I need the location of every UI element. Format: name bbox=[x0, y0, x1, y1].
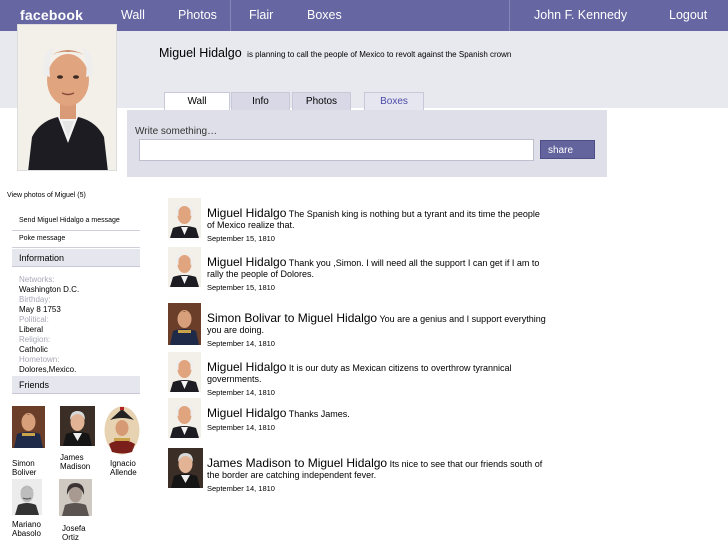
nav-boxes[interactable]: Boxes bbox=[307, 0, 342, 31]
nav-flair[interactable]: Flair bbox=[249, 0, 273, 31]
nav-photos[interactable]: Photos bbox=[178, 0, 217, 31]
post-author[interactable]: Miguel Hidalgo bbox=[207, 360, 286, 374]
info-key: Birthday: bbox=[19, 295, 51, 304]
friend-josefa-ortiz[interactable]: Josefa Ortiz bbox=[59, 479, 99, 543]
nav-wall[interactable]: Wall bbox=[121, 0, 145, 31]
share-button[interactable]: share bbox=[540, 140, 595, 159]
view-photos-link[interactable]: View photos of Miguel (5) bbox=[7, 192, 86, 199]
friend-avatar[interactable] bbox=[60, 406, 95, 446]
profile-heading: Miguel Hidalgo is planning to call the p… bbox=[159, 46, 511, 60]
tab-wall[interactable]: Wall bbox=[164, 92, 230, 110]
friend-first-name: Mariano bbox=[12, 520, 41, 529]
friend-name[interactable]: Simon Boliver bbox=[12, 459, 52, 477]
wall-post: Miguel Hidalgo It is our duty as Mexican… bbox=[168, 352, 558, 398]
friend-avatar[interactable] bbox=[59, 479, 92, 516]
post-author[interactable]: Miguel Hidalgo bbox=[207, 406, 286, 420]
friend-first-name: Simon bbox=[12, 459, 35, 468]
post-body: Miguel Hidalgo The Spanish king is nothi… bbox=[207, 206, 547, 244]
post-author[interactable]: Simon Bolivar to Miguel Hidalgo bbox=[207, 311, 377, 325]
friend-james-madison[interactable]: James Madison bbox=[60, 406, 100, 474]
info-value: May 8 1753 bbox=[19, 305, 61, 314]
post-body: Miguel Hidalgo It is our duty as Mexican… bbox=[207, 360, 547, 398]
info-key: Hometown: bbox=[19, 355, 60, 364]
wall-composer: Write something… share bbox=[127, 110, 607, 177]
post-date[interactable]: September 14, 1810 bbox=[207, 387, 547, 398]
post-body: James Madison to Miguel Hidalgo Its nice… bbox=[207, 456, 547, 494]
friend-name[interactable]: Josefa Ortiz bbox=[62, 524, 102, 542]
post-body: Simon Bolivar to Miguel Hidalgo You are … bbox=[207, 311, 547, 349]
nav-logout[interactable]: Logout bbox=[669, 0, 707, 31]
nav-divider bbox=[509, 0, 510, 31]
info-value: Liberal bbox=[19, 325, 44, 334]
friend-ignacio-allende[interactable]: Ignacio Allende bbox=[104, 406, 144, 478]
friend-first-name: Josefa bbox=[62, 524, 86, 533]
info-value: Washington D.C. bbox=[19, 285, 80, 294]
tab-info[interactable]: Info bbox=[231, 92, 290, 110]
friend-last-name: Boliver bbox=[12, 468, 37, 477]
info-key: Political: bbox=[19, 315, 49, 324]
info-key: Networks: bbox=[19, 275, 55, 284]
friend-simon-boliver[interactable]: Simon Boliver bbox=[12, 406, 52, 478]
friend-last-name: Ortiz bbox=[62, 533, 79, 542]
tab-boxes[interactable]: Boxes bbox=[364, 92, 424, 110]
information-header: Information bbox=[12, 249, 140, 267]
nav-divider bbox=[230, 0, 231, 31]
friend-avatar[interactable] bbox=[12, 406, 45, 448]
friend-last-name: Madison bbox=[60, 462, 91, 471]
post-date[interactable]: September 14, 1810 bbox=[207, 422, 547, 433]
poke-message-link[interactable]: Poke message bbox=[12, 230, 140, 248]
tab-photos[interactable]: Photos bbox=[292, 92, 351, 110]
write-something-input[interactable] bbox=[139, 139, 534, 161]
wall-post: Miguel Hidalgo The Spanish king is nothi… bbox=[168, 198, 558, 246]
profile-photo[interactable] bbox=[17, 24, 117, 171]
friend-mariano-abasolo[interactable]: Mariano Abasolo bbox=[12, 479, 52, 543]
post-text: Thanks James. bbox=[288, 409, 350, 419]
post-avatar-simon[interactable] bbox=[168, 303, 201, 345]
post-avatar-miguel[interactable] bbox=[168, 352, 201, 392]
post-avatar-james[interactable] bbox=[168, 448, 203, 488]
info-key: Religion: bbox=[19, 335, 51, 344]
post-body: Miguel Hidalgo Thanks James. September 1… bbox=[207, 406, 547, 433]
post-date[interactable]: September 14, 1810 bbox=[207, 338, 547, 349]
friends-header: Friends bbox=[12, 376, 140, 394]
wall-post: James Madison to Miguel Hidalgo Its nice… bbox=[168, 448, 558, 494]
post-date[interactable]: September 15, 1810 bbox=[207, 233, 547, 244]
post-date[interactable]: September 15, 1810 bbox=[207, 282, 547, 293]
friend-name[interactable]: Ignacio Allende bbox=[110, 459, 150, 477]
wall-post: Simon Bolivar to Miguel Hidalgo You are … bbox=[168, 303, 558, 351]
post-author[interactable]: Miguel Hidalgo bbox=[207, 206, 286, 220]
info-value: Dolores,Mexico. bbox=[19, 365, 77, 374]
friend-first-name: James bbox=[60, 453, 84, 462]
information-list: Networks: Washington D.C. Birthday: May … bbox=[19, 275, 79, 375]
profile-name[interactable]: Miguel Hidalgo bbox=[159, 46, 242, 60]
info-value: Catholic bbox=[19, 345, 48, 354]
post-date[interactable]: September 14, 1810 bbox=[207, 483, 547, 494]
wall-post: Miguel Hidalgo Thanks James. September 1… bbox=[168, 398, 558, 442]
friend-name[interactable]: Mariano Abasolo bbox=[12, 520, 52, 538]
friend-avatar[interactable] bbox=[104, 406, 140, 455]
friend-first-name: Ignacio bbox=[110, 459, 136, 468]
wall-post: Miguel Hidalgo Thank you ,Simon. I will … bbox=[168, 247, 558, 295]
friend-avatar[interactable] bbox=[12, 479, 42, 515]
composer-label: Write something… bbox=[135, 126, 218, 137]
nav-user-name[interactable]: John F. Kennedy bbox=[534, 0, 627, 31]
post-avatar-miguel[interactable] bbox=[168, 247, 201, 287]
friend-last-name: Allende bbox=[110, 468, 137, 477]
profile-status: is planning to call the people of Mexico… bbox=[247, 50, 512, 59]
send-message-link[interactable]: Send Miguel Hidalgo a message bbox=[12, 211, 140, 231]
post-avatar-miguel[interactable] bbox=[168, 198, 201, 238]
post-author[interactable]: James Madison to Miguel Hidalgo bbox=[207, 456, 387, 470]
post-author[interactable]: Miguel Hidalgo bbox=[207, 255, 286, 269]
post-avatar-miguel[interactable] bbox=[168, 398, 201, 438]
post-body: Miguel Hidalgo Thank you ,Simon. I will … bbox=[207, 255, 547, 293]
friend-last-name: Abasolo bbox=[12, 529, 41, 538]
friend-name[interactable]: James Madison bbox=[60, 453, 100, 471]
